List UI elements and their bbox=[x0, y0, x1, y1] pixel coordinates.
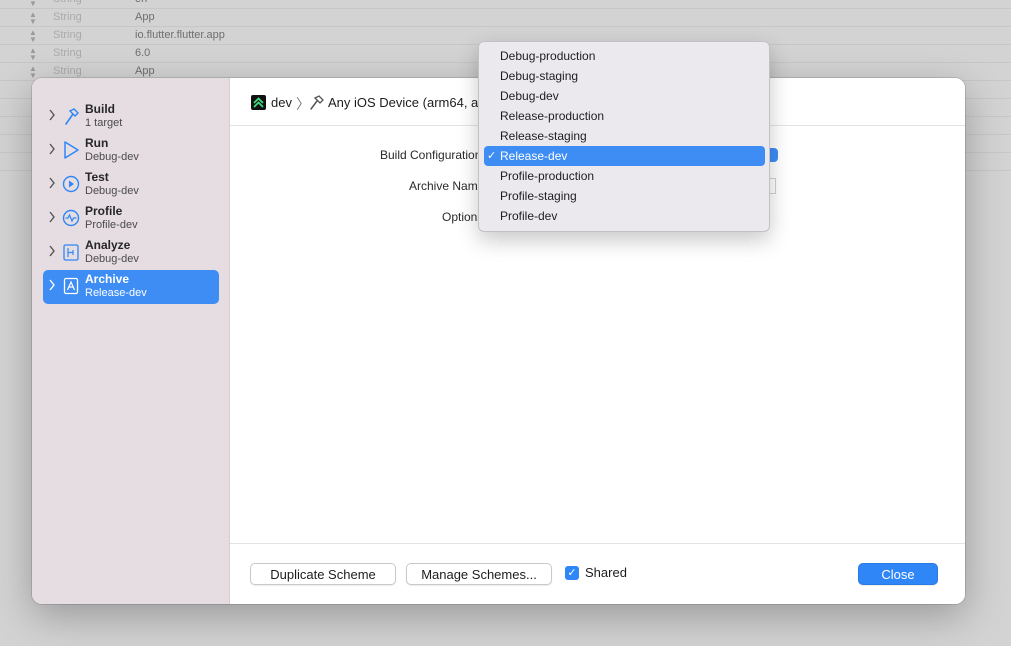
menu-item[interactable]: Release-production bbox=[484, 106, 765, 126]
play-icon bbox=[64, 141, 79, 159]
sidebar-item-subtitle: Debug-dev bbox=[85, 151, 139, 163]
sidebar-item-subtitle: Debug-dev bbox=[85, 185, 139, 197]
plist-value: en bbox=[135, 0, 147, 5]
archive-name-label: Archive Name bbox=[409, 179, 485, 193]
sidebar-item-build[interactable]: Build 1 target bbox=[43, 100, 219, 134]
chevron-right-icon[interactable] bbox=[48, 211, 56, 223]
sidebar-item-title: Build bbox=[85, 102, 115, 116]
menu-item[interactable]: Debug-staging bbox=[484, 66, 765, 86]
sidebar-item-analyze[interactable]: Analyze Debug-dev bbox=[43, 236, 219, 270]
plist-type: String bbox=[53, 11, 82, 23]
build-configuration-label: Build Configuration bbox=[380, 148, 482, 162]
chevron-right-icon[interactable] bbox=[48, 109, 56, 121]
sidebar-item-title: Profile bbox=[85, 204, 123, 218]
plist-type: String bbox=[53, 47, 82, 59]
analyze-icon bbox=[63, 244, 79, 261]
test-diamond-icon bbox=[62, 175, 80, 193]
menu-item[interactable]: Profile-production bbox=[484, 166, 765, 186]
build-configuration-menu: Debug-production Debug-staging Debug-dev… bbox=[478, 41, 770, 232]
sidebar-item-run[interactable]: Run Debug-dev bbox=[43, 134, 219, 168]
sidebar-item-archive[interactable]: Archive Release-dev bbox=[43, 270, 219, 304]
sidebar-item-title: Test bbox=[85, 170, 109, 184]
device-hammer-icon bbox=[310, 95, 324, 110]
menu-item[interactable]: Debug-production bbox=[484, 46, 765, 66]
chevron-right-icon[interactable] bbox=[48, 279, 56, 291]
menu-item-selected[interactable]: ✓ Release-dev bbox=[484, 146, 765, 166]
destination-device[interactable]: Any iOS Device (arm64, a bbox=[328, 95, 478, 110]
plist-value: App bbox=[135, 11, 155, 23]
duplicate-scheme-button[interactable]: Duplicate Scheme bbox=[250, 563, 396, 585]
profile-gauge-icon bbox=[62, 209, 80, 227]
sidebar-item-profile[interactable]: Profile Profile-dev bbox=[43, 202, 219, 236]
manage-schemes-button[interactable]: Manage Schemes... bbox=[406, 563, 552, 585]
sidebar-item-subtitle: Profile-dev bbox=[85, 219, 138, 231]
menu-item[interactable]: Profile-staging bbox=[484, 186, 765, 206]
stepper-icon: ▲▼ bbox=[29, 64, 37, 80]
sidebar-item-test[interactable]: Test Debug-dev bbox=[43, 168, 219, 202]
plist-type: String bbox=[53, 65, 82, 77]
plist-row: ▲▼ String en bbox=[0, 0, 1011, 9]
build-configuration-popup[interactable] bbox=[770, 148, 778, 162]
chevron-right-icon[interactable] bbox=[48, 245, 56, 257]
sidebar-item-subtitle: 1 target bbox=[85, 117, 123, 129]
app-scheme-icon[interactable] bbox=[251, 95, 266, 110]
stepper-icon: ▲▼ bbox=[29, 28, 37, 44]
shared-label[interactable]: Shared bbox=[585, 565, 627, 580]
plist-value: 6.0 bbox=[135, 47, 151, 59]
shared-checkbox[interactable]: ✓ bbox=[565, 566, 579, 580]
stepper-icon: ▲▼ bbox=[29, 10, 37, 26]
sidebar-item-title: Archive bbox=[85, 272, 130, 286]
close-button[interactable]: Close bbox=[858, 563, 938, 585]
scheme-name[interactable]: dev bbox=[271, 95, 292, 110]
stepper-icon: ▲▼ bbox=[29, 46, 37, 62]
archive-icon bbox=[63, 277, 79, 295]
scheme-actions-sidebar: Build 1 target Run Debug-dev Test Debug-… bbox=[32, 78, 230, 604]
sidebar-item-title: Analyze bbox=[85, 238, 131, 252]
sidebar-item-subtitle: Release-dev bbox=[85, 287, 147, 299]
chevron-right-icon[interactable] bbox=[48, 143, 56, 155]
plist-row: ▲ ▼ String App bbox=[0, 9, 1011, 27]
menu-item[interactable]: Release-staging bbox=[484, 126, 765, 146]
checkmark-icon: ✓ bbox=[487, 150, 497, 162]
plist-type: String bbox=[53, 0, 82, 5]
sidebar-item-title: Run bbox=[85, 136, 109, 150]
plist-value: io.flutter.flutter.app bbox=[135, 29, 225, 41]
menu-item[interactable]: Profile-dev bbox=[484, 206, 765, 226]
sidebar-item-subtitle: Debug-dev bbox=[85, 253, 139, 265]
archive-name-field[interactable] bbox=[770, 178, 776, 194]
plist-value: App bbox=[135, 65, 155, 77]
plist-type: String bbox=[53, 29, 82, 41]
hammer-icon bbox=[65, 108, 79, 125]
stepper-icon: ▲▼ bbox=[29, 0, 37, 8]
chevron-right-icon[interactable] bbox=[48, 177, 56, 189]
dialog-footer: Duplicate Scheme Manage Schemes... ✓ Sha… bbox=[230, 543, 965, 604]
menu-item[interactable]: Debug-dev bbox=[484, 86, 765, 106]
